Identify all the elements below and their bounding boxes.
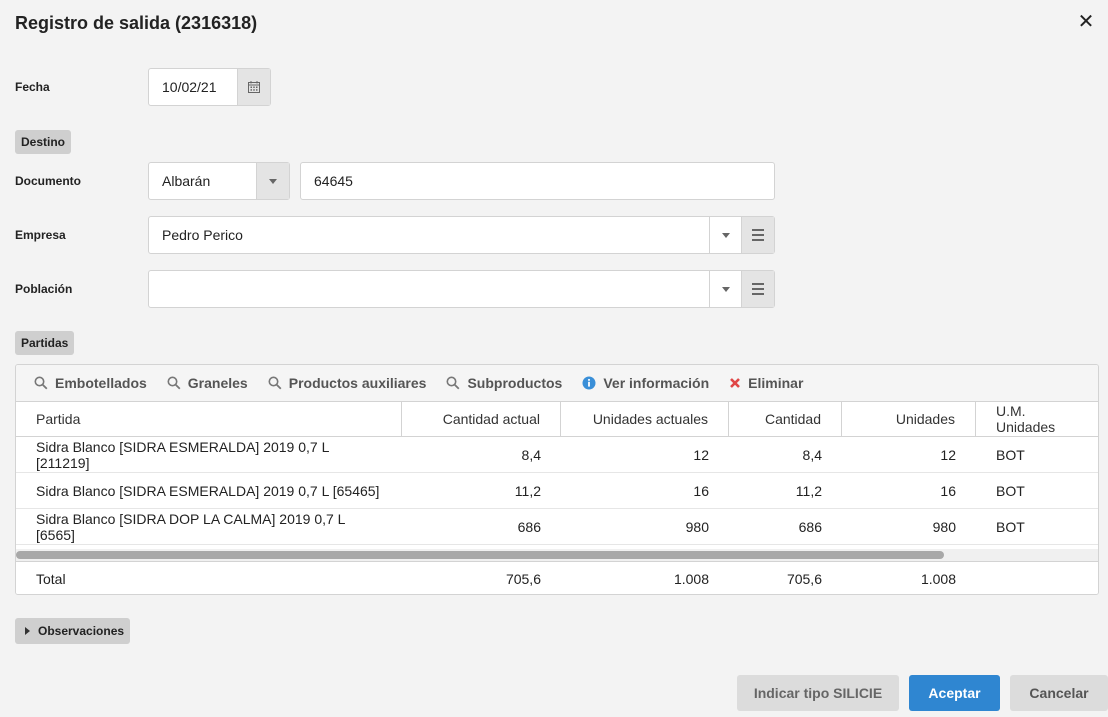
calendar-button[interactable] — [237, 69, 270, 105]
table-header: Partida Cantidad actual Unidades actuale… — [16, 401, 1098, 437]
aceptar-button[interactable]: Aceptar — [909, 675, 1000, 711]
cell-unidades: 980 — [932, 518, 956, 535]
cell-partida: Sidra Blanco [SIDRA ESMERALDA] 2019 0,7 … — [36, 438, 329, 471]
table-row[interactable]: Sidra Blanco [SIDRA DOP LA CALMA] 2019 0… — [16, 509, 1098, 545]
documento-type-value: Albarán — [162, 173, 211, 189]
col-unidades[interactable]: Unidades — [842, 402, 976, 436]
cell-cantidad: 8,4 — [802, 446, 822, 463]
col-cantidad-actual[interactable]: Cantidad actual — [402, 402, 561, 436]
chevron-down-icon — [269, 178, 277, 184]
cell-cantidad: 686 — [798, 518, 822, 535]
total-cantidad: 705,6 — [786, 570, 822, 587]
cell-um-unidades: BOT — [996, 518, 1025, 535]
scrollbar-thumb[interactable] — [16, 551, 944, 559]
cell-cantidad-actual: 11,2 — [514, 482, 541, 499]
total-um-unidades — [976, 562, 1098, 594]
chevron-down-icon — [722, 286, 730, 292]
col-um-unidades[interactable]: U.M. Unidades — [976, 402, 1098, 436]
productos-auxiliares-button[interactable]: Productos auxiliares — [268, 375, 427, 391]
productos-auxiliares-label: Productos auxiliares — [288, 375, 427, 391]
fecha-field[interactable]: 10/02/21 — [148, 68, 271, 106]
documento-number-value[interactable]: 64645 — [314, 173, 353, 189]
poblacion-dropdown[interactable] — [709, 271, 742, 307]
empresa-value: Pedro Perico — [162, 227, 243, 243]
search-icon — [34, 376, 48, 390]
total-row: Total 705,6 1.008 705,6 1.008 — [16, 561, 1098, 594]
info-icon — [582, 376, 596, 390]
total-unidades: 1.008 — [920, 570, 956, 587]
empresa-list-button[interactable] — [741, 217, 774, 253]
search-icon — [167, 376, 181, 390]
search-icon — [268, 376, 282, 390]
calendar-icon — [248, 81, 260, 93]
documento-number-input[interactable]: 64645 — [300, 162, 775, 200]
total-cantidad-actual: 705,6 — [505, 570, 541, 587]
documento-type-select[interactable]: Albarán — [148, 162, 290, 200]
subproductos-button[interactable]: Subproductos — [446, 375, 562, 391]
destino-section-tag: Destino — [15, 130, 72, 154]
cell-um-unidades: BOT — [996, 482, 1025, 499]
cell-unidades-actuales: 16 — [693, 482, 709, 499]
cell-cantidad: 11,2 — [795, 482, 822, 499]
horizontal-scrollbar[interactable] — [16, 549, 1098, 561]
list-icon — [752, 283, 764, 295]
embotellados-button[interactable]: Embotellados — [34, 375, 147, 391]
list-icon — [752, 229, 764, 241]
table-row[interactable]: Sidra Blanco [SIDRA ESMERALDA] 2019 0,7 … — [16, 437, 1098, 473]
cancelar-button[interactable]: Cancelar — [1010, 675, 1108, 711]
documento-type-dropdown[interactable] — [256, 163, 289, 199]
table-row[interactable]: Sidra Blanco [SIDRA ESMERALDA] 2019 0,7 … — [16, 473, 1098, 509]
close-icon[interactable]: ✕ — [1076, 12, 1096, 32]
poblacion-select[interactable] — [148, 270, 775, 308]
cell-partida: Sidra Blanco [SIDRA DOP LA CALMA] 2019 0… — [36, 510, 345, 543]
eliminar-button[interactable]: Eliminar — [729, 375, 803, 391]
subproductos-label: Subproductos — [467, 375, 563, 391]
cell-partida: Sidra Blanco [SIDRA ESMERALDA] 2019 0,7 … — [36, 482, 380, 499]
dialog-title: Registro de salida (2316318) — [15, 13, 258, 33]
documento-label: Documento — [15, 174, 81, 188]
fecha-label: Fecha — [15, 80, 50, 94]
observaciones-toggle[interactable]: Observaciones — [15, 618, 131, 644]
ver-informacion-label: Ver información — [603, 375, 710, 391]
ver-informacion-button[interactable]: Ver información — [582, 375, 709, 391]
caret-right-icon — [25, 627, 30, 635]
partidas-section-tag: Partidas — [15, 331, 75, 355]
partidas-toolbar: Embotellados Graneles Productos auxiliar… — [16, 365, 1098, 401]
eliminar-label: Eliminar — [748, 375, 804, 391]
poblacion-label: Población — [15, 282, 73, 296]
cell-cantidad-actual: 8,4 — [521, 446, 541, 463]
observaciones-label: Observaciones — [38, 624, 125, 638]
cell-um-unidades: BOT — [996, 446, 1025, 463]
poblacion-list-button[interactable] — [741, 271, 774, 307]
cell-unidades-actuales: 980 — [685, 518, 709, 535]
empresa-label: Empresa — [15, 228, 66, 242]
indicar-tipo-silicie-button[interactable]: Indicar tipo SILICIE — [737, 675, 899, 711]
embotellados-label: Embotellados — [55, 375, 147, 391]
cell-unidades: 16 — [940, 482, 956, 499]
cell-cantidad-actual: 686 — [517, 518, 541, 535]
partidas-grid: Embotellados Graneles Productos auxiliar… — [15, 364, 1099, 595]
graneles-button[interactable]: Graneles — [167, 375, 248, 391]
col-cantidad[interactable]: Cantidad — [729, 402, 842, 436]
col-unidades-actuales[interactable]: Unidades actuales — [561, 402, 729, 436]
col-partida[interactable]: Partida — [16, 402, 402, 436]
delete-icon — [729, 377, 741, 389]
empresa-select[interactable]: Pedro Perico — [148, 216, 775, 254]
total-unidades-actuales: 1.008 — [673, 570, 709, 587]
search-icon — [446, 376, 460, 390]
chevron-down-icon — [722, 232, 730, 238]
fecha-value[interactable]: 10/02/21 — [162, 79, 217, 95]
cell-unidades: 12 — [940, 446, 956, 463]
empresa-dropdown[interactable] — [709, 217, 742, 253]
graneles-label: Graneles — [187, 375, 248, 391]
cell-unidades-actuales: 12 — [693, 446, 709, 463]
total-label: Total — [36, 570, 66, 587]
